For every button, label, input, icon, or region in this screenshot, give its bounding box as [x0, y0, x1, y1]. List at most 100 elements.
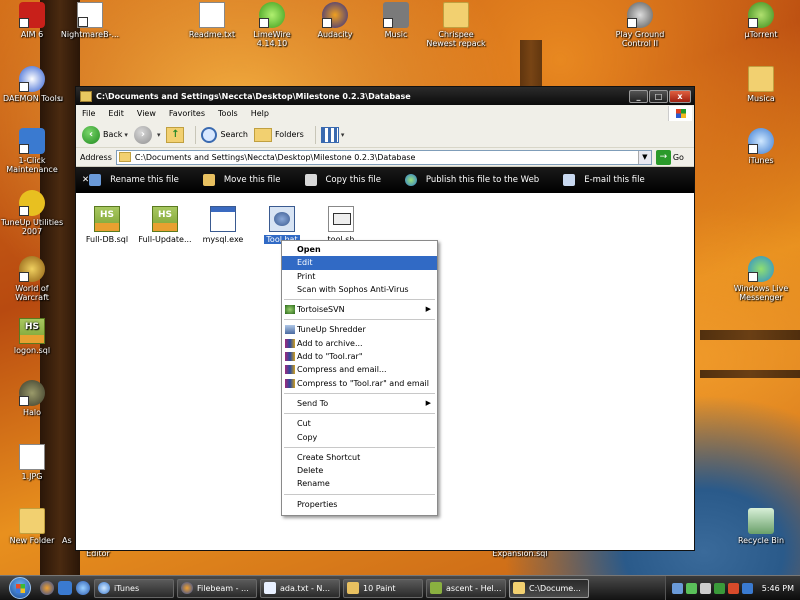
desktop-icon-music[interactable]: Music — [364, 2, 428, 39]
file-item[interactable]: mysql.exe — [193, 206, 253, 244]
recycle-bin-icon — [748, 508, 774, 534]
security-icon[interactable] — [727, 582, 739, 594]
firefox-icon[interactable] — [40, 581, 54, 595]
menu-separator — [284, 319, 435, 321]
context-menu-item[interactable]: Scan with Sophos Anti-Virus — [282, 283, 437, 296]
desktop-icon-play-ground-control[interactable]: Play Ground Control II — [608, 2, 672, 48]
folders-button[interactable]: Folders — [253, 127, 304, 142]
file-item-selected[interactable]: Tool.bat — [252, 206, 312, 244]
network-icon[interactable] — [671, 582, 683, 594]
taskbar-button-ascent[interactable]: ascent - Hel... — [426, 578, 506, 598]
desktop-icon-new-folder[interactable]: New Folder — [0, 508, 64, 545]
taskbar-button-paint[interactable]: 10 Paint — [343, 578, 423, 598]
start-button[interactable] — [0, 576, 40, 600]
menu-edit[interactable]: Edit — [108, 109, 124, 118]
taskbar-button-itunes[interactable]: iTunes — [94, 578, 174, 598]
menu-file[interactable]: File — [82, 109, 95, 118]
desktop-icon-logon-sql[interactable]: HS logon.sql — [0, 318, 64, 355]
context-menu-item[interactable]: Compress to "Tool.rar" and email — [282, 377, 437, 390]
desktop-icon-world-of-warcraft[interactable]: World of Warcraft — [0, 256, 64, 302]
close-icon[interactable]: ✕ — [82, 175, 89, 185]
context-menu-item-label: Add to archive... — [297, 338, 363, 348]
close-button[interactable]: x — [669, 89, 691, 103]
search-button[interactable]: Search — [201, 126, 248, 143]
desktop-icon-partial-as[interactable]: As — [62, 536, 76, 545]
back-button[interactable]: ‹ Back ▾ — [82, 125, 128, 144]
desktop-icon-musica[interactable]: Musica — [729, 66, 793, 103]
context-menu-item[interactable]: TortoiseSVN ▶ — [282, 303, 437, 316]
desktop-icon-1-jpg[interactable]: 1.JPG — [0, 444, 64, 481]
context-menu-item-label: Print — [297, 271, 316, 281]
go-button[interactable]: → Go — [655, 149, 684, 165]
desktop-icon-daemon-tools[interactable]: DAEMON Tools — [0, 66, 64, 103]
context-menu-item[interactable]: Copy — [282, 431, 437, 444]
menu-tools[interactable]: Tools — [218, 109, 238, 118]
desktop-icon-tuneup-utilities[interactable]: TuneUp Utilities 2007 — [0, 190, 64, 236]
desktop-icon-partial-u[interactable]: u — [58, 94, 72, 103]
desktop-icon-aim[interactable]: AIM 6 — [0, 2, 64, 39]
move-icon — [202, 174, 215, 186]
desktop-icon-audacity[interactable]: Audacity — [303, 2, 367, 39]
desktop-icon-readme[interactable]: Readme.txt — [180, 2, 244, 39]
views-button[interactable]: ▾ — [320, 126, 344, 143]
context-menu-item-label: Edit — [297, 258, 313, 268]
desktop-icon-limewire[interactable]: LimeWire 4.14.10 — [240, 2, 304, 48]
desktop-icon-halo[interactable]: Halo — [0, 380, 64, 417]
messenger-icon[interactable] — [685, 582, 697, 594]
volume-icon[interactable] — [699, 582, 711, 594]
context-menu-item[interactable]: Print — [282, 270, 437, 283]
file-item[interactable]: tool.sh — [311, 206, 371, 244]
utorrent-icon[interactable] — [713, 582, 725, 594]
minimize-button[interactable]: _ — [629, 89, 648, 103]
task-publish[interactable]: Publish this file to the Web — [404, 174, 539, 186]
desktop-icon-nightmare[interactable]: NightmareB-... — [58, 2, 122, 39]
context-menu-item[interactable]: Delete — [282, 464, 437, 477]
taskbar-button-filebeam[interactable]: Filebeam - ... — [177, 578, 257, 598]
desktop-icon-itunes[interactable]: iTunes — [729, 128, 793, 165]
context-menu-item[interactable]: Create Shortcut — [282, 451, 437, 464]
menu-view[interactable]: View — [137, 109, 156, 118]
context-menu-item[interactable]: Edit — [282, 256, 437, 270]
clock[interactable]: 5:46 PM — [762, 584, 794, 593]
task-rename[interactable]: Rename this file — [89, 174, 179, 186]
context-menu-item[interactable]: Send To ▶ — [282, 397, 437, 410]
task-email[interactable]: E-mail this file — [563, 174, 645, 186]
title-bar[interactable]: C:\Documents and Settings\Neccta\Desktop… — [76, 87, 694, 105]
system-tray: 5:46 PM — [664, 575, 800, 600]
taskbar-button-notepad[interactable]: ada.txt - N... — [260, 578, 340, 598]
desktop-icon-chrispee[interactable]: Chrispee Newest repack — [424, 2, 488, 48]
context-menu-item[interactable]: Properties — [282, 498, 437, 511]
forward-button[interactable]: › ▾ — [133, 125, 160, 144]
show-desktop-icon[interactable] — [58, 581, 72, 595]
file-tasks-bar: ✕ Rename this file Move this file Copy t… — [76, 167, 694, 193]
rar-icon — [285, 378, 295, 388]
context-menu-item[interactable]: TuneUp Shredder — [282, 323, 437, 336]
context-menu-item[interactable]: Add to "Tool.rar" — [282, 350, 437, 363]
file-item[interactable]: HS Full-Update... — [135, 206, 195, 244]
task-copy[interactable]: Copy this file — [304, 174, 381, 186]
menu-help[interactable]: Help — [251, 109, 269, 118]
folder-up-icon: ↑ — [166, 126, 185, 143]
rar-icon — [285, 352, 295, 362]
task-move[interactable]: Move this file — [202, 174, 281, 186]
context-menu-item[interactable]: Compress and email... — [282, 363, 437, 376]
sync-icon[interactable] — [741, 582, 753, 594]
views-icon — [320, 126, 339, 143]
menu-favorites[interactable]: Favorites — [169, 109, 205, 118]
context-menu-item[interactable]: Open — [282, 243, 437, 256]
context-menu-item[interactable]: Add to archive... — [282, 337, 437, 350]
desktop-icon-windows-live-messenger[interactable]: Windows Live Messenger — [729, 256, 793, 302]
taskbar-button-explorer[interactable]: C:\Docume... — [509, 578, 589, 598]
chevron-down-icon[interactable]: ▼ — [637, 150, 651, 164]
up-button[interactable]: ↑ — [166, 126, 185, 143]
ie-icon[interactable] — [76, 581, 90, 595]
maximize-button[interactable]: □ — [649, 89, 668, 103]
desktop-icon-recycle-bin[interactable]: Recycle Bin — [729, 508, 793, 545]
context-menu-item[interactable]: Cut — [282, 417, 437, 430]
desktop-icon-utorrent[interactable]: µTorrent — [729, 2, 793, 39]
address-field[interactable]: C:\Documents and Settings\Neccta\Desktop… — [115, 149, 652, 165]
file-item[interactable]: HS Full-DB.sql — [77, 206, 137, 244]
context-menu-item[interactable]: Rename — [282, 477, 437, 490]
desktop-icon-1-click-maintenance[interactable]: 1-Click Maintenance — [0, 128, 64, 174]
daemon-tools-icon — [19, 66, 45, 92]
